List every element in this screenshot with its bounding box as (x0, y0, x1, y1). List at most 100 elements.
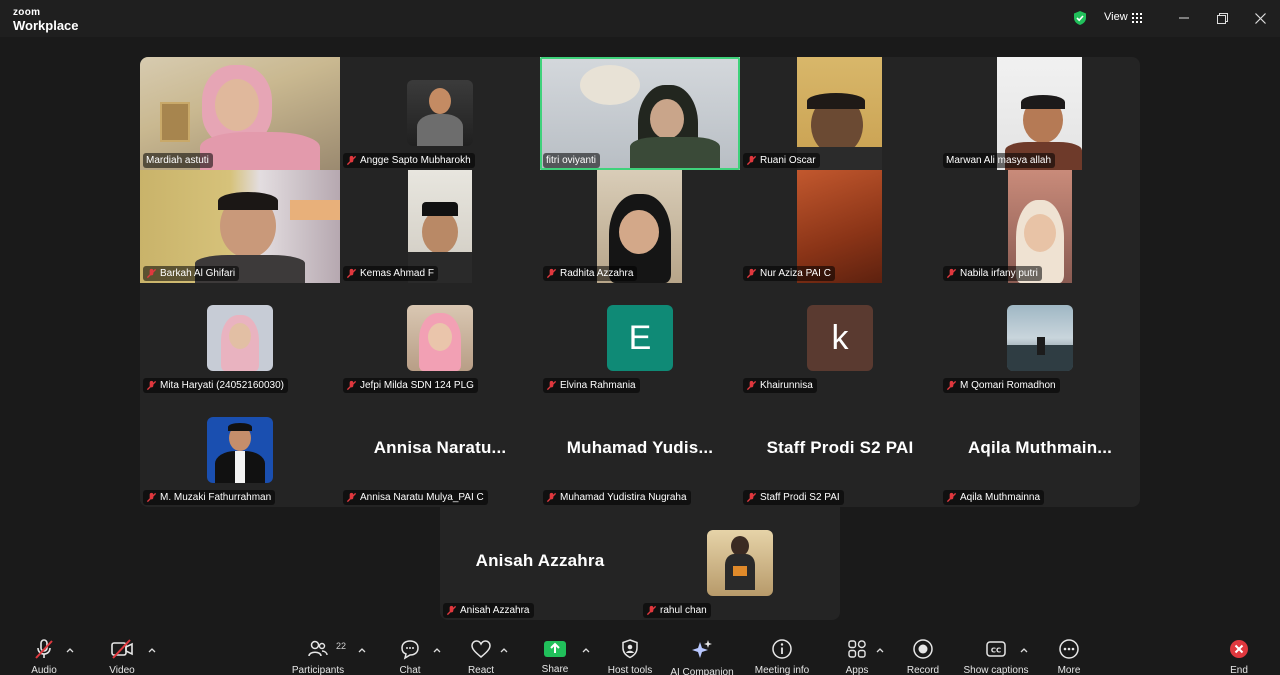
apps-button[interactable]: Apps (842, 638, 872, 675)
chat-label: Chat (399, 665, 421, 675)
muted-mic-icon (346, 492, 357, 503)
muted-mic-icon (146, 268, 157, 279)
participant-tile[interactable]: M. Muzaki Fathurrahman (140, 394, 340, 507)
video-button[interactable]: Video (106, 638, 138, 675)
apps-label: Apps (845, 665, 869, 675)
participant-tile[interactable]: Staff Prodi S2 PAI Staff Prodi S2 PAI (740, 394, 940, 507)
captions-options-chevron-up-icon[interactable] (1020, 646, 1028, 654)
participant-tile[interactable]: Nabila irfany putri (940, 170, 1140, 283)
participant-name-tag: Kemas Ahmad F (343, 266, 438, 281)
video-options-chevron-up-icon[interactable] (148, 646, 156, 654)
participant-tile[interactable]: Nur Aziza PAI C (740, 170, 940, 283)
participants-icon (308, 640, 328, 657)
chat-bubble-icon (401, 640, 419, 660)
participant-tile[interactable]: k Khairunnisa (740, 282, 940, 395)
participant-avatar-letter: k (807, 305, 873, 371)
participant-name-tag: Elvina Rahmania (543, 378, 640, 393)
view-button[interactable]: View (1066, 7, 1154, 29)
participant-tile[interactable]: M Qomari Romadhon (940, 282, 1140, 395)
participant-name-tag: Aqila Muthmainna (943, 490, 1045, 505)
participant-name-tag: Marwan Ali masya allah (943, 153, 1056, 168)
participant-tile[interactable]: Anisah Azzahra Anisah Azzahra (440, 507, 640, 620)
grid-view-icon (1132, 13, 1142, 23)
participant-tile[interactable]: Jefpi Milda SDN 124 PLG (340, 282, 540, 395)
share-options-chevron-up-icon[interactable] (582, 646, 590, 654)
muted-mic-icon (746, 492, 757, 503)
muted-microphone-icon (35, 639, 53, 659)
participants-button[interactable]: 22 Participants (290, 638, 346, 675)
share-button[interactable]: Share (540, 638, 570, 675)
audio-button[interactable]: Audio (28, 638, 60, 675)
muted-mic-icon (146, 380, 157, 391)
participant-tile[interactable]: Muhamad Yudis... Muhamad Yudistira Nugra… (540, 394, 740, 507)
closed-captions-icon: CC (986, 641, 1006, 657)
ai-companion-label: AI Companion (670, 667, 734, 675)
restore-button[interactable] (1212, 8, 1232, 28)
muted-mic-icon (346, 155, 357, 166)
more-dots-icon (1059, 639, 1079, 659)
chat-button[interactable]: Chat (396, 638, 424, 675)
title-bar: zoom Workplace View (0, 0, 1280, 37)
host-tools-button[interactable]: Host tools (605, 638, 655, 675)
close-button[interactable] (1250, 8, 1270, 28)
video-label: Video (109, 665, 135, 675)
person-body (200, 132, 320, 170)
wall-frame (160, 102, 190, 142)
participant-name-tag: Nur Aziza PAI C (743, 266, 835, 281)
svg-text:CC: CC (991, 647, 1001, 655)
chat-options-chevron-up-icon[interactable] (433, 646, 441, 654)
participant-tile[interactable]: rahul chan (640, 507, 840, 620)
close-icon (1254, 12, 1266, 24)
muted-mic-icon (146, 492, 157, 503)
show-captions-label: Show captions (963, 665, 1029, 675)
participant-tile[interactable]: Barkah Al Ghifari (140, 170, 340, 283)
more-label: More (1057, 665, 1081, 675)
participants-count: 22 (336, 641, 347, 651)
muted-mic-icon (346, 380, 357, 391)
participant-tile[interactable]: Marwan Ali masya allah (940, 57, 1140, 170)
participant-tile[interactable]: Annisa Naratu... Annisa Naratu Mulya_PAI… (340, 394, 540, 507)
ai-companion-button[interactable]: AI Companion (668, 638, 736, 675)
participant-tile-active-speaker[interactable]: fitri oviyanti (540, 57, 740, 170)
participant-name-tag: Barkah Al Ghifari (143, 266, 240, 281)
participant-tile[interactable]: Mardiah astuti (140, 57, 340, 170)
meeting-info-button[interactable]: Meeting info (752, 638, 812, 675)
participant-tile[interactable]: E Elvina Rahmania (540, 282, 740, 395)
participant-display-name: Muhamad Yudis... (566, 438, 714, 457)
record-button[interactable]: Record (905, 638, 941, 675)
share-screen-icon (544, 640, 566, 657)
react-button[interactable]: React (466, 638, 496, 675)
muted-mic-icon (546, 380, 557, 391)
heart-react-icon (471, 640, 491, 658)
participant-tile[interactable]: Mita Haryati (24052160030) (140, 282, 340, 395)
stopped-video-camera-icon (111, 639, 133, 659)
info-icon (772, 639, 792, 659)
participant-tile[interactable]: Radhita Azzahra (540, 170, 740, 283)
show-captions-button[interactable]: CC Show captions (960, 638, 1032, 675)
participant-name-tag: rahul chan (643, 603, 711, 618)
participant-tile[interactable]: Aqila Muthmain... Aqila Muthmainna (940, 394, 1140, 507)
react-options-chevron-up-icon[interactable] (500, 646, 508, 654)
participants-options-chevron-up-icon[interactable] (358, 646, 366, 654)
muted-mic-icon (546, 492, 557, 503)
apps-options-chevron-up-icon[interactable] (876, 646, 884, 654)
participant-name-tag: Mardiah astuti (143, 153, 213, 168)
audio-options-chevron-up-icon[interactable] (66, 646, 74, 654)
host-tools-shield-icon (622, 639, 638, 659)
end-meeting-button[interactable]: End (1225, 638, 1253, 675)
participant-display-name: Anisah Azzahra (475, 551, 605, 570)
muted-mic-icon (946, 268, 957, 279)
minimize-button[interactable] (1174, 8, 1194, 28)
muted-mic-icon (946, 380, 957, 391)
muted-mic-icon (746, 155, 757, 166)
participant-tile[interactable]: Angge Sapto Mubharokh (340, 57, 540, 170)
more-button[interactable]: More (1054, 638, 1084, 675)
ai-companion-sparkle-icon (692, 640, 712, 658)
participant-name-tag: Nabila irfany putri (943, 266, 1042, 281)
participant-photo (207, 305, 273, 371)
muted-mic-icon (546, 268, 557, 279)
participant-tile[interactable]: Kemas Ahmad F (340, 170, 540, 283)
participant-tile[interactable]: Ruani Oscar (740, 57, 940, 170)
participant-name-tag: Staff Prodi S2 PAI (743, 490, 844, 505)
participants-label: Participants (291, 665, 345, 675)
